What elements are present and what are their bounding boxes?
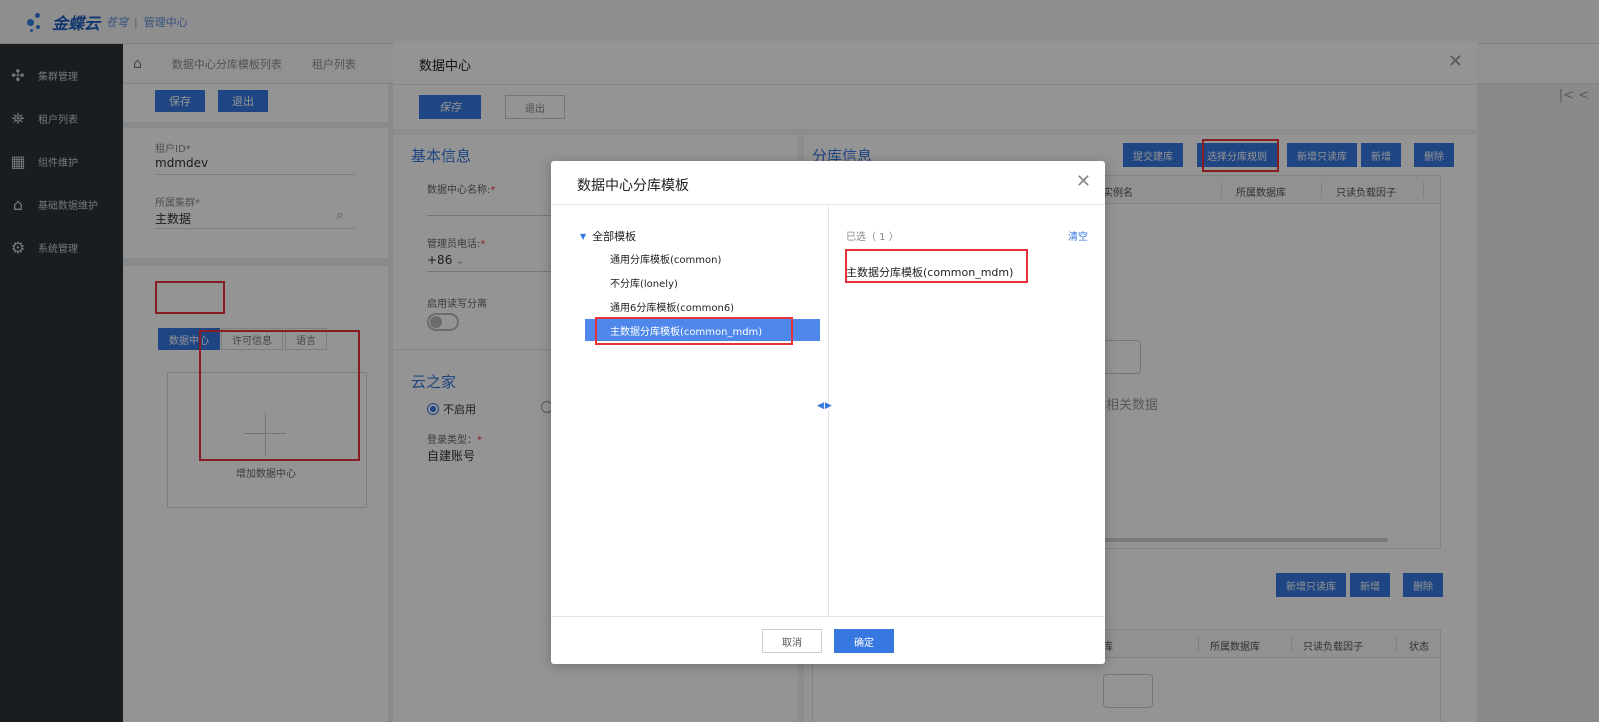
selected-item[interactable]: 主数据分库模板(common_mdm) — [846, 264, 1013, 280]
selected-count: 已选（ 1 ） — [846, 232, 899, 243]
modal-header: 数据中心分库模板 ✕ — [551, 161, 1105, 205]
shard-template-modal: 数据中心分库模板 ✕ ▼ 全部模板 通用分库模板(common) 不分库(lon… — [551, 161, 1105, 664]
modal-footer: 取消 确定 — [551, 616, 1105, 664]
caret-down-icon: ▼ — [580, 231, 587, 241]
tree-item-common[interactable]: 通用分库模板(common) — [585, 247, 820, 269]
tree-item-common6[interactable]: 通用6分库模板(common6) — [585, 295, 820, 317]
modal-title: 数据中心分库模板 — [577, 178, 689, 194]
selected-pane: 已选（ 1 ） 清空 主数据分库模板(common_mdm) — [829, 206, 1105, 616]
template-tree-pane: ▼ 全部模板 通用分库模板(common) 不分库(lonely) 通用6分库模… — [551, 206, 828, 616]
clear-link[interactable]: 清空 — [1068, 228, 1088, 243]
tree-item-lonely[interactable]: 不分库(lonely) — [585, 271, 820, 293]
cancel-button[interactable]: 取消 — [762, 629, 822, 653]
tree-root-all-templates[interactable]: ▼ 全部模板 — [580, 228, 636, 244]
tree-item-common-mdm[interactable]: 主数据分库模板(common_mdm) — [585, 319, 820, 341]
close-icon[interactable]: ✕ — [1076, 171, 1091, 192]
confirm-button[interactable]: 确定 — [834, 629, 894, 653]
